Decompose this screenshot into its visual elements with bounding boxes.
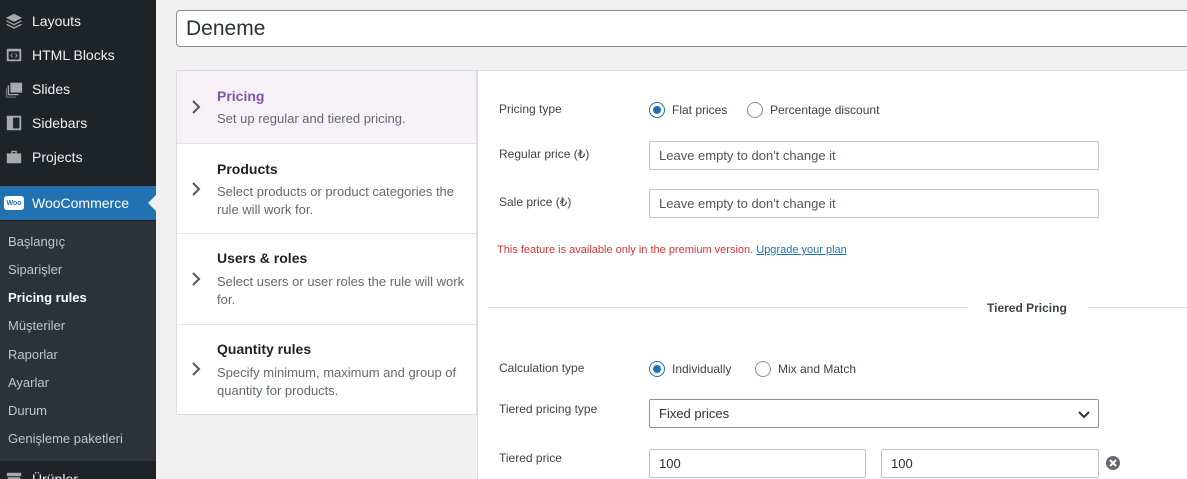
- sale-price-label: Sale price (₺): [499, 195, 572, 209]
- tier-price-input[interactable]: 100: [881, 449, 1099, 478]
- sidebar-icon: [4, 113, 24, 133]
- rule-title-input[interactable]: Deneme: [176, 10, 1187, 47]
- tab-description: Specify minimum, maximum and group of qu…: [217, 365, 457, 398]
- tier-quantity-input[interactable]: 100: [649, 449, 866, 478]
- menu-item-projects[interactable]: Projects: [0, 140, 156, 174]
- menu-item-sidebars[interactable]: Sidebars: [0, 106, 156, 140]
- menu-item-slides[interactable]: Slides: [0, 72, 156, 106]
- menu-item-layouts[interactable]: Layouts: [0, 4, 156, 38]
- submenu-item-pricing-rules[interactable]: Pricing rules: [8, 290, 87, 305]
- radio-flat-prices[interactable]: Flat prices: [649, 102, 727, 118]
- menu-item-label: WooCommerce: [32, 195, 129, 211]
- archive-icon: [4, 469, 24, 479]
- tab-products[interactable]: Products Select products or product cate…: [177, 144, 476, 234]
- pricing-panel: Pricing type Flat prices Percentage disc…: [477, 70, 1187, 479]
- menu-item-woocommerce[interactable]: Woo WooCommerce: [0, 186, 156, 220]
- submenu-item-durum[interactable]: Durum: [8, 403, 47, 418]
- admin-sidebar: Layouts HTML Blocks Slides Sidebars Proj…: [0, 0, 156, 479]
- remove-tier-icon[interactable]: [1106, 456, 1120, 470]
- briefcase-icon: [4, 147, 24, 167]
- tab-quantity-rules[interactable]: Quantity rules Specify minimum, maximum …: [177, 325, 476, 414]
- pricing-type-label: Pricing type: [499, 102, 562, 116]
- regular-price-label: Regular price (₺): [499, 147, 590, 161]
- chevron-right-icon: [191, 272, 201, 286]
- tiered-pricing-type-select[interactable]: Fixed prices: [649, 399, 1099, 428]
- layers-icon: [4, 11, 24, 31]
- submenu-item-siparisler[interactable]: Siparişler: [8, 262, 62, 277]
- chevron-down-icon: [1078, 408, 1090, 420]
- submenu-item-baslangic[interactable]: Başlangıç: [8, 234, 65, 249]
- radio-percentage-discount[interactable]: Percentage discount: [747, 102, 879, 118]
- menu-item-label: Layouts: [32, 13, 82, 29]
- submenu-item-genisleme-paketleri[interactable]: Genişleme paketleri: [8, 431, 123, 446]
- rule-tabs: Pricing Set up regular and tiered pricin…: [176, 70, 477, 415]
- radio-unchecked-icon: [747, 102, 763, 118]
- radio-checked-icon: [649, 361, 665, 377]
- woocommerce-submenu: Başlangıç Siparişler Pricing rules Müşte…: [0, 221, 156, 461]
- tab-title: Quantity rules: [217, 341, 312, 357]
- menu-item-label: Slides: [32, 81, 71, 97]
- tab-title: Users & roles: [217, 250, 308, 266]
- tiered-pricing-heading: Tiered Pricing: [987, 301, 1067, 315]
- select-value: Fixed prices: [659, 406, 730, 421]
- radio-label: Percentage discount: [770, 103, 880, 117]
- menu-item-label: HTML Blocks: [32, 47, 115, 63]
- radio-label: Mix and Match: [778, 362, 857, 376]
- code-block-icon: [4, 45, 24, 65]
- calculation-type-label: Calculation type: [499, 361, 585, 375]
- chevron-right-icon: [191, 362, 201, 376]
- tiered-pricing-type-label: Tiered pricing type: [499, 402, 598, 416]
- tab-title: Products: [217, 161, 278, 177]
- radio-mix-and-match[interactable]: Mix and Match: [755, 361, 856, 377]
- premium-notice-text: This feature is available only in the pr…: [497, 244, 754, 256]
- chevron-right-icon: [191, 100, 201, 114]
- menu-item-label: Sidebars: [32, 115, 88, 131]
- current-menu-arrow: [148, 195, 156, 211]
- submenu-item-raporlar[interactable]: Raporlar: [8, 347, 58, 362]
- tab-description: Set up regular and tiered pricing.: [217, 111, 406, 126]
- radio-label: Individually: [672, 362, 732, 376]
- menu-item-label: Ürünler: [32, 471, 78, 479]
- woocommerce-icon: Woo: [4, 193, 24, 213]
- radio-individually[interactable]: Individually: [649, 361, 731, 377]
- sale-price-input[interactable]: Leave empty to don't change it: [649, 189, 1099, 218]
- tab-description: Select products or product categories th…: [217, 184, 455, 217]
- tab-description: Select users or user roles the rule will…: [217, 274, 465, 307]
- menu-item-html-blocks[interactable]: HTML Blocks: [0, 38, 156, 72]
- radio-unchecked-icon: [755, 361, 771, 377]
- submenu-item-ayarlar[interactable]: Ayarlar: [8, 375, 49, 390]
- upgrade-plan-link[interactable]: Upgrade your plan: [756, 244, 847, 256]
- tab-title: Pricing: [217, 88, 265, 104]
- menu-item-label: Projects: [32, 149, 83, 165]
- tab-pricing[interactable]: Pricing Set up regular and tiered pricin…: [177, 71, 476, 144]
- tab-users-roles[interactable]: Users & roles Select users or user roles…: [177, 234, 476, 325]
- radio-checked-icon: [649, 102, 665, 118]
- tiered-price-label: Tiered price: [499, 451, 562, 465]
- section-divider-right: [1088, 307, 1187, 308]
- menu-item-urunler[interactable]: Ürünler: [0, 462, 156, 479]
- radio-label: Flat prices: [672, 103, 728, 117]
- regular-price-input[interactable]: Leave empty to don't change it: [649, 141, 1099, 170]
- submenu-item-musteriler[interactable]: Müşteriler: [8, 318, 65, 333]
- premium-notice: This feature is available only in the pr…: [497, 244, 847, 256]
- slides-icon: [4, 79, 24, 99]
- section-divider-left: [488, 307, 968, 308]
- chevron-right-icon: [191, 182, 201, 196]
